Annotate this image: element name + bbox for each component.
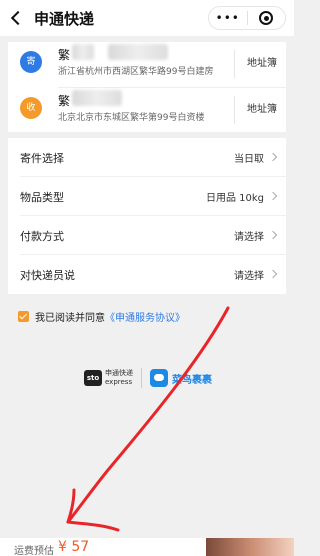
submit-order-button[interactable] [206,538,294,556]
redacted-blur [72,90,122,106]
sender-row[interactable]: 寄 繁 浙江省杭州市西湖区繁华路99号白建房 地址簿 [8,42,286,86]
sender-name: 繁 [58,48,71,62]
option-pickup-choice[interactable]: 寄件选择 当日取 [8,138,286,177]
agreement-row: 我已阅读并同意 《申通服务协议》 [18,308,185,324]
receiver-name: 繁 [58,94,71,108]
redacted-blur [108,44,168,60]
back-arrow-icon[interactable] [8,9,26,27]
option-value: 当日取 [234,154,264,165]
fee-estimate-label: 运费预估 [14,546,54,556]
agreement-text: 我已阅读并同意 [35,312,105,324]
option-note-to-courier[interactable]: 对快递员说 请选择 [8,255,286,294]
option-value: 请选择 [234,232,264,243]
receiver-address: 北京北京市东城区繁华第99号白资楼 [58,113,205,123]
options-list: 寄件选择 当日取 物品类型 日用品 10kg 付款方式 请选择 对快递员说 请选… [8,138,286,294]
chevron-right-icon [268,230,278,240]
target-icon [259,11,274,25]
sender-address: 浙江省杭州市西湖区繁华路99号白建房 [58,67,214,77]
cainiao-logo-text: 菜鸟裹裹 [172,374,212,386]
brand-logos: sto 申通快递 express 菜鸟裹裹 [84,364,212,392]
bottom-bar: 运费预估 ¥ 57 [0,538,294,556]
sender-address-book-button[interactable]: 地址簿 [240,54,284,69]
page-title: 申通快递 [34,9,95,28]
close-mini-program-button[interactable] [248,11,286,25]
option-payment-method[interactable]: 付款方式 请选择 [8,216,286,255]
agreement-checkbox[interactable] [18,310,29,322]
mini-program-capsule: ••• [208,6,286,30]
divider [234,50,235,78]
chevron-right-icon [268,152,278,162]
chevron-right-icon [268,191,278,201]
receiver-badge: 收 [20,97,42,119]
address-card: 寄 繁 浙江省杭州市西湖区繁华路99号白建房 地址簿 收 繁 北京北京市东城区繁… [8,42,286,132]
chevron-right-icon [268,269,278,279]
option-label: 付款方式 [20,230,64,243]
sto-logo-cn: 申通快递 [105,369,133,377]
divider [234,96,235,124]
service-agreement-link[interactable]: 《申通服务协议》 [105,309,185,324]
sto-logo-text: 申通快递 express [105,369,133,387]
option-value: 请选择 [234,271,264,282]
option-item-type[interactable]: 物品类型 日用品 10kg [8,177,286,216]
receiver-row[interactable]: 收 繁 北京北京市东城区繁华第99号白资楼 地址簿 [8,88,286,132]
option-label: 物品类型 [20,191,64,204]
receiver-address-book-button[interactable]: 地址簿 [240,100,284,115]
fee-estimate-value: ¥ 57 [58,539,90,555]
redacted-blur [72,44,94,60]
option-label: 寄件选择 [20,152,64,165]
option-label: 对快递员说 [20,269,75,282]
sender-badge: 寄 [20,51,42,73]
sto-logo-icon: sto [84,370,102,386]
sto-logo-en: express [105,378,133,386]
logo-divider [141,368,142,388]
cainiao-logo-icon [150,369,168,387]
top-bar: 申通快递 ••• [0,0,294,36]
more-icon[interactable]: ••• [209,8,247,28]
option-value: 日用品 10kg [205,193,264,204]
